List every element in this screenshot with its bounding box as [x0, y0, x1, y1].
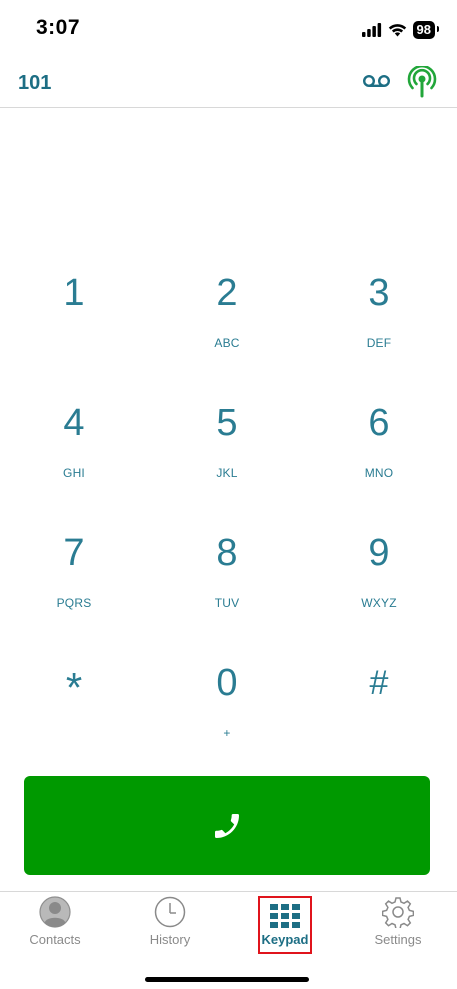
- key-4[interactable]: 4 GHI: [14, 402, 134, 512]
- key-digit: 0: [216, 662, 238, 704]
- settings-icon: [382, 897, 414, 928]
- history-icon: [154, 896, 186, 928]
- wifi-icon: [388, 24, 406, 37]
- key-8[interactable]: 8 TUV: [167, 532, 287, 642]
- tab-label: Settings: [374, 932, 422, 947]
- key-letters: GHI: [63, 466, 85, 480]
- key-letters: ABC: [214, 336, 240, 350]
- key-digit: 9: [368, 532, 390, 574]
- key-star[interactable]: *: [14, 662, 134, 772]
- key-letters: DEF: [366, 336, 392, 350]
- key-digit: #: [369, 664, 389, 702]
- key-letters: MNO: [364, 466, 394, 480]
- status-icons: 98: [361, 20, 440, 40]
- key-letters: WXYZ: [361, 596, 397, 610]
- key-letters: +: [223, 726, 231, 740]
- phone-icon: [215, 813, 239, 838]
- key-digit: 2: [216, 272, 238, 314]
- status-time: 3:07: [36, 16, 81, 39]
- tab-label: History: [149, 932, 191, 947]
- contacts-icon: [39, 896, 71, 928]
- key-6[interactable]: 6 MNO: [319, 402, 439, 512]
- key-digit: *: [65, 664, 83, 711]
- extension-number: 101: [18, 72, 52, 94]
- key-1[interactable]: 1: [14, 272, 134, 382]
- key-letters: JKL: [216, 466, 238, 480]
- header-divider: [0, 107, 457, 108]
- keypad-icon: [270, 904, 300, 928]
- key-digit: 1: [63, 272, 85, 314]
- key-digit: 7: [63, 532, 85, 574]
- key-digit: 3: [368, 272, 390, 314]
- key-digit: 4: [63, 402, 85, 444]
- voicemail-icon[interactable]: [363, 74, 390, 88]
- tab-label: Contacts: [29, 932, 81, 947]
- cellular-signal-icon: [361, 23, 381, 37]
- tab-contacts[interactable]: Contacts: [10, 896, 100, 954]
- key-0[interactable]: 0 +: [167, 662, 287, 772]
- tab-settings[interactable]: Settings: [353, 896, 443, 954]
- key-9[interactable]: 9 WXYZ: [319, 532, 439, 642]
- key-digit: 5: [216, 402, 238, 444]
- tab-keypad[interactable]: Keypad: [258, 896, 312, 954]
- key-letters: PQRS: [56, 596, 92, 610]
- key-letters: TUV: [214, 596, 240, 610]
- key-digit: 8: [216, 532, 238, 574]
- battery-indicator: 98: [412, 21, 440, 39]
- key-3[interactable]: 3 DEF: [319, 272, 439, 382]
- tab-label: Keypad: [261, 932, 309, 947]
- key-digit: 6: [368, 402, 390, 444]
- key-7[interactable]: 7 PQRS: [14, 532, 134, 642]
- home-indicator: [145, 977, 309, 982]
- key-2[interactable]: 2 ABC: [167, 272, 287, 382]
- tab-bar-divider: [0, 891, 457, 892]
- tab-history[interactable]: History: [125, 896, 215, 954]
- key-5[interactable]: 5 JKL: [167, 402, 287, 512]
- key-hash[interactable]: #: [319, 662, 439, 772]
- call-button[interactable]: [24, 776, 430, 875]
- connection-status-icon[interactable]: [407, 66, 437, 98]
